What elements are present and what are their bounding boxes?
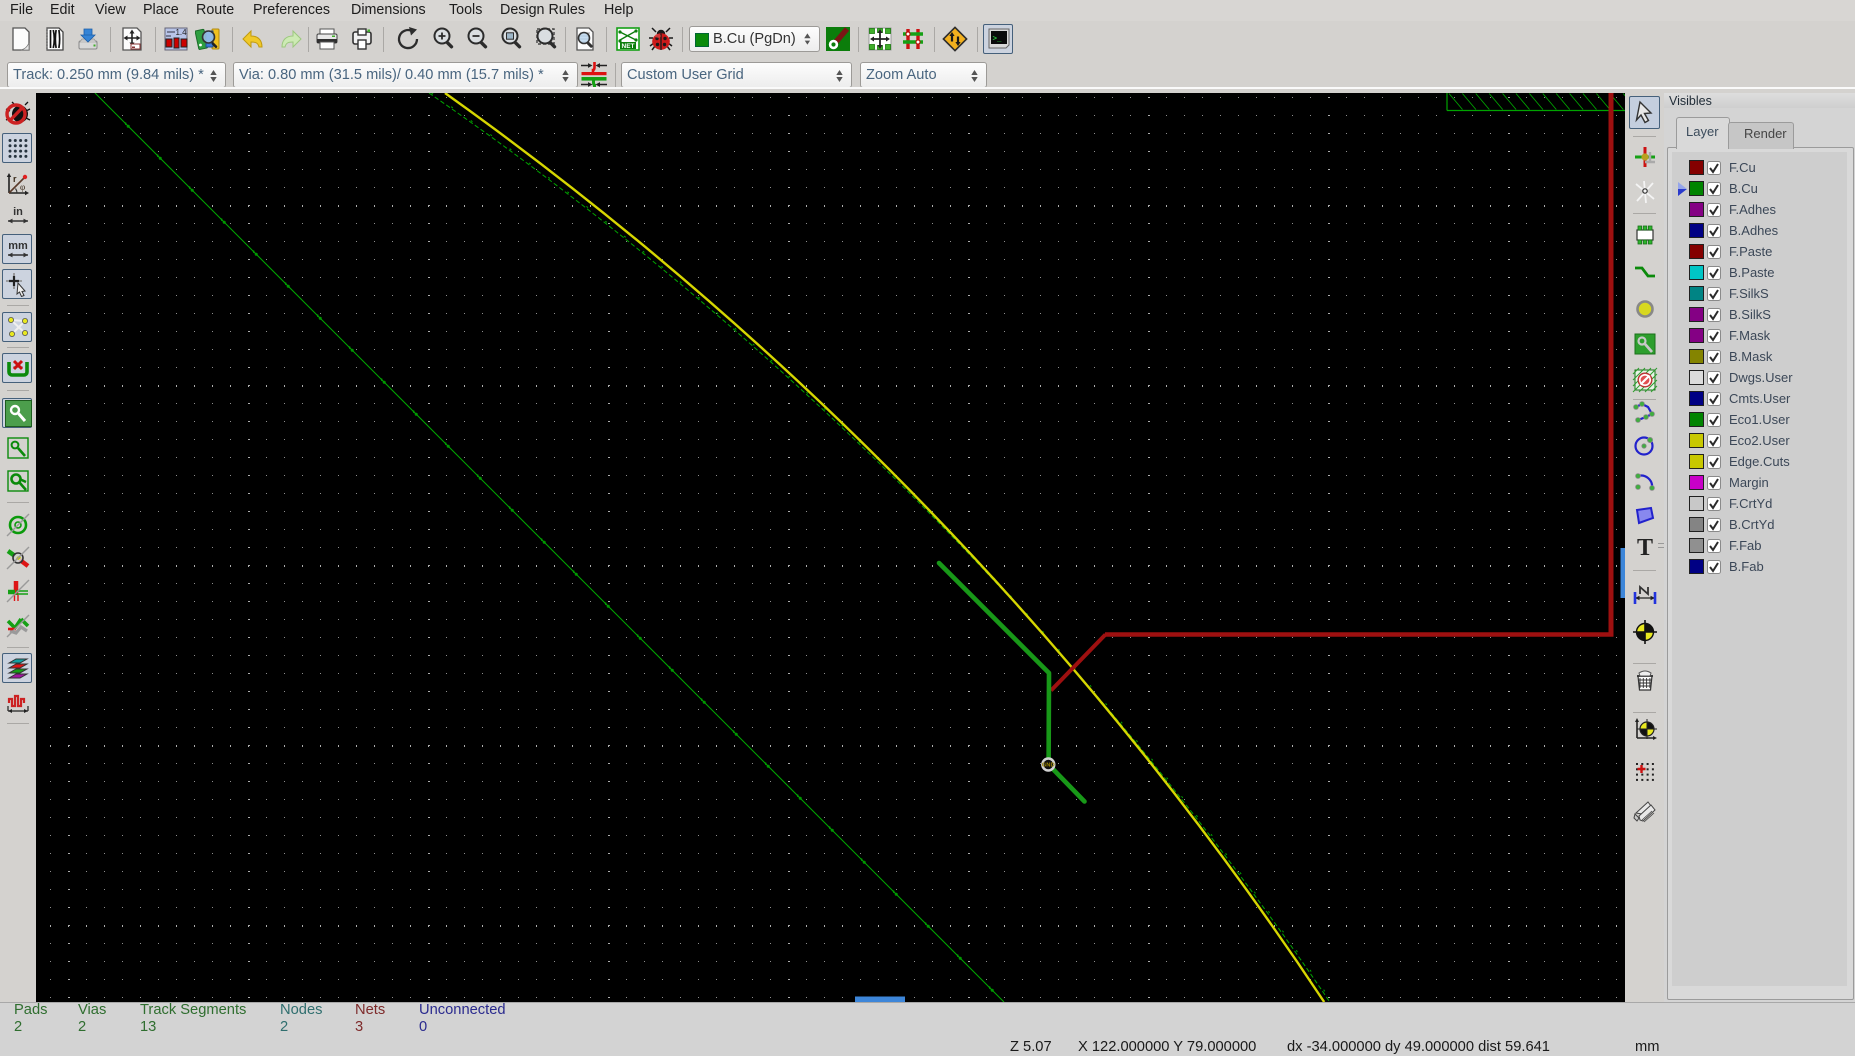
svg-text:φ: φ xyxy=(20,182,25,192)
svg-text:in: in xyxy=(13,206,23,218)
svg-text:T: T xyxy=(1636,535,1652,560)
svg-text:mm: mm xyxy=(8,240,28,252)
svg-text:r: r xyxy=(13,174,17,184)
svg-text:GND: GND xyxy=(1042,763,1055,769)
svg-text:NET: NET xyxy=(622,43,635,50)
svg-text:1.4: 1.4 xyxy=(175,28,187,37)
svg-text:>_: >_ xyxy=(993,36,1003,44)
